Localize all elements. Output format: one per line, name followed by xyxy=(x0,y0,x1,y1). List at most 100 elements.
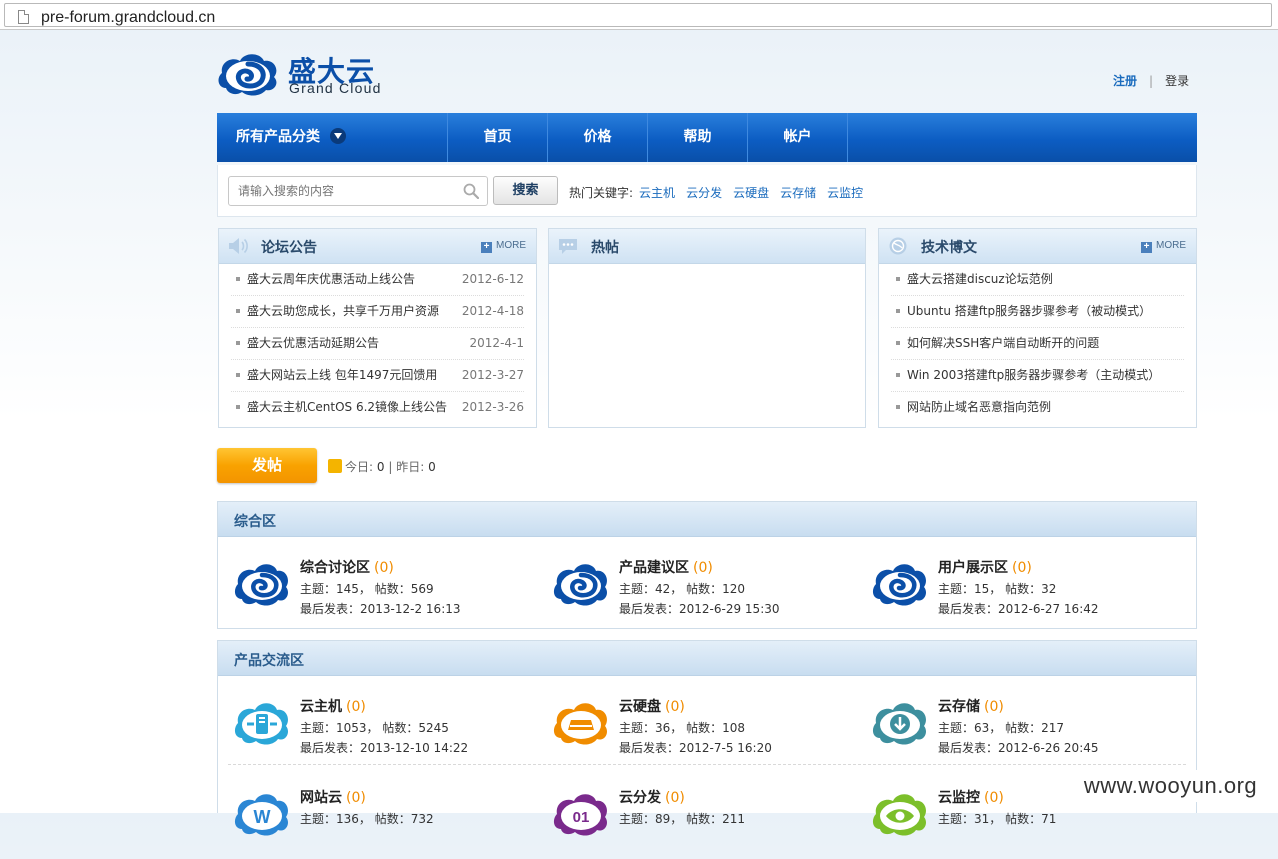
forum-item[interactable]: 用户展示区 (0) 主题：15， 帖数：32 最后发表：2012-6-27 16:… xyxy=(871,559,1171,629)
forum-last-post: 最后发表：2012-6-29 15:30 xyxy=(619,602,780,616)
globe-icon xyxy=(889,237,907,255)
user-links: 注册 | 登录 xyxy=(1113,72,1189,89)
list-item[interactable]: 如何解决SSH客户端自动断开的问题 xyxy=(891,328,1184,360)
hot-keyword-link[interactable]: 云分发 xyxy=(686,186,722,200)
forum-item[interactable]: 云硬盘 (0) 主题：36， 帖数：108 最后发表：2012-7-5 16:20 xyxy=(552,698,852,768)
item-title[interactable]: 如何解决SSH客户端自动断开的问题 xyxy=(907,336,1099,350)
hot-keyword-link[interactable]: 云主机 xyxy=(639,186,675,200)
nav-item-pricing[interactable]: 价格 xyxy=(547,113,647,162)
forum-name[interactable]: 产品建议区 (0) xyxy=(619,557,713,577)
panel-header: 论坛公告 + MORE xyxy=(219,229,536,264)
forum-item[interactable]: 云存储 (0) 主题：63， 帖数：217 最后发表：2012-6-26 20:4… xyxy=(871,698,1171,768)
speaker-icon xyxy=(229,238,248,254)
forum-name-text[interactable]: 云监控 xyxy=(938,790,980,806)
forum-name-text[interactable]: 用户展示区 xyxy=(938,560,1008,576)
today-count: 0 xyxy=(376,460,385,474)
forum-name-text[interactable]: 网站云 xyxy=(300,790,342,806)
item-title[interactable]: Win 2003搭建ftp服务器步骤参考（主动模式） xyxy=(907,368,1160,382)
list-item[interactable]: 网站防止域名恶意指向范例 xyxy=(891,392,1184,423)
hot-keywords-label: 热门关键字: xyxy=(569,186,634,200)
yesterday-count: 0 xyxy=(428,460,436,474)
forum-item[interactable]: W 网站云 (0) 主题：136， 帖数：732 xyxy=(233,789,533,859)
item-date: 2012-3-26 xyxy=(461,400,524,414)
register-link[interactable]: 注册 xyxy=(1113,74,1137,88)
nav-item-home[interactable]: 首页 xyxy=(447,113,547,162)
forum-name[interactable]: 云监控 (0) xyxy=(938,787,1004,807)
section-header[interactable]: 综合区 xyxy=(218,502,1196,537)
forum-name-text[interactable]: 云硬盘 xyxy=(619,699,661,715)
forum-name-text[interactable]: 云主机 xyxy=(300,699,342,715)
forum-new-count: (0) xyxy=(693,560,713,576)
item-title[interactable]: 盛大云助您成长，共享千万用户资源 xyxy=(247,304,439,318)
url-field[interactable]: pre-forum.grandcloud.cn xyxy=(4,3,1272,27)
panel-header: 热帖 xyxy=(549,229,865,264)
panel-title: 技术博文 xyxy=(921,240,977,256)
product-category-menu[interactable]: 所有产品分类 xyxy=(236,113,346,162)
forum-new-count: (0) xyxy=(346,790,366,806)
forum-name-text[interactable]: 产品建议区 xyxy=(619,560,689,576)
item-title[interactable]: Ubuntu 搭建ftp服务器步骤参考（被动模式） xyxy=(907,304,1151,318)
forum-name[interactable]: 综合讨论区 (0) xyxy=(300,557,394,577)
forum-last-post: 最后发表：2012-7-5 16:20 xyxy=(619,741,772,755)
forum-stats: 主题：42， 帖数：120 xyxy=(619,582,745,596)
hot-keyword-link[interactable]: 云硬盘 xyxy=(733,186,769,200)
forum-name[interactable]: 云主机 (0) xyxy=(300,696,366,716)
more-link[interactable]: + MORE xyxy=(1141,240,1186,253)
forum-item[interactable]: 云主机 (0) 主题：1053， 帖数：5245 最后发表：2013-12-10 … xyxy=(233,698,533,768)
more-link[interactable]: + MORE xyxy=(481,240,526,253)
forum-name-text[interactable]: 云分发 xyxy=(619,790,661,806)
forum-stats: 主题：36， 帖数：108 xyxy=(619,721,745,735)
forum-new-count: (0) xyxy=(665,790,685,806)
page-icon xyxy=(18,10,29,24)
row-divider xyxy=(228,764,1186,765)
forum-name[interactable]: 云分发 (0) xyxy=(619,787,685,807)
cloud-storage-icon xyxy=(872,703,927,745)
post-stats: 今日: 0 | 昨日: 0 xyxy=(328,458,436,475)
forum-last-post: 最后发表：2012-6-27 16:42 xyxy=(938,602,1099,616)
forum-name-text[interactable]: 云存储 xyxy=(938,699,980,715)
forum-item[interactable]: 综合讨论区 (0) 主题：145， 帖数：569 最后发表：2013-12-2 1… xyxy=(233,559,533,629)
more-label: MORE xyxy=(496,240,526,251)
search-input[interactable] xyxy=(229,177,472,205)
item-title[interactable]: 盛大网站云上线 包年1497元回馈用 xyxy=(247,368,437,382)
hot-keyword-link[interactable]: 云存储 xyxy=(780,186,816,200)
list-item[interactable]: 盛大云助您成长，共享千万用户资源 2012-4-18 xyxy=(231,296,524,328)
search-button[interactable]: 搜索 xyxy=(493,176,558,205)
nav-item-help[interactable]: 帮助 xyxy=(647,113,747,162)
list-item[interactable]: 盛大云周年庆优惠活动上线公告 2012-6-12 xyxy=(231,264,524,296)
new-post-button[interactable]: 发帖 xyxy=(217,448,317,483)
item-title[interactable]: 盛大云主机CentOS 6.2镜像上线公告 xyxy=(247,400,447,414)
item-title[interactable]: 盛大云搭建discuz论坛范例 xyxy=(907,272,1053,286)
forum-name[interactable]: 用户展示区 (0) xyxy=(938,557,1032,577)
cloud-host-icon xyxy=(234,703,289,745)
forum-last-post: 最后发表：2013-12-2 16:13 xyxy=(300,602,461,616)
site-logo[interactable]: 盛大云 Grand Cloud xyxy=(216,50,391,100)
forum-name[interactable]: 云硬盘 (0) xyxy=(619,696,685,716)
list-item[interactable]: Ubuntu 搭建ftp服务器步骤参考（被动模式） xyxy=(891,296,1184,328)
forum-item[interactable]: 01 云分发 (0) 主题：89， 帖数：211 xyxy=(552,789,852,859)
login-link[interactable]: 登录 xyxy=(1165,74,1189,88)
svg-text:01: 01 xyxy=(573,809,590,826)
hot-posts-panel: 热帖 xyxy=(548,228,866,428)
item-title[interactable]: 盛大云周年庆优惠活动上线公告 xyxy=(247,272,415,286)
item-title[interactable]: 盛大云优惠活动延期公告 xyxy=(247,336,379,350)
list-item[interactable]: Win 2003搭建ftp服务器步骤参考（主动模式） xyxy=(891,360,1184,392)
panel-title: 论坛公告 xyxy=(261,240,317,256)
forum-name[interactable]: 云存储 (0) xyxy=(938,696,1004,716)
list-item[interactable]: 盛大云搭建discuz论坛范例 xyxy=(891,264,1184,296)
monitor-icon xyxy=(872,794,927,836)
search-icon[interactable] xyxy=(463,183,479,199)
section-header[interactable]: 产品交流区 xyxy=(218,641,1196,676)
forum-name[interactable]: 网站云 (0) xyxy=(300,787,366,807)
search-box xyxy=(228,176,488,206)
forum-item[interactable]: 产品建议区 (0) 主题：42， 帖数：120 最后发表：2012-6-29 15… xyxy=(552,559,852,629)
forum-name-text[interactable]: 综合讨论区 xyxy=(300,560,370,576)
url-text[interactable]: pre-forum.grandcloud.cn xyxy=(41,9,215,27)
item-title[interactable]: 网站防止域名恶意指向范例 xyxy=(907,400,1051,414)
list-item[interactable]: 盛大网站云上线 包年1497元回馈用 2012-3-27 xyxy=(231,360,524,392)
hot-keyword-link[interactable]: 云监控 xyxy=(827,186,863,200)
nav-item-account[interactable]: 帐户 xyxy=(747,113,847,162)
list-item[interactable]: 盛大云优惠活动延期公告 2012-4-1 xyxy=(231,328,524,360)
list-item[interactable]: 盛大云主机CentOS 6.2镜像上线公告 2012-3-26 xyxy=(231,392,524,423)
forum-new-count: (0) xyxy=(1012,560,1032,576)
